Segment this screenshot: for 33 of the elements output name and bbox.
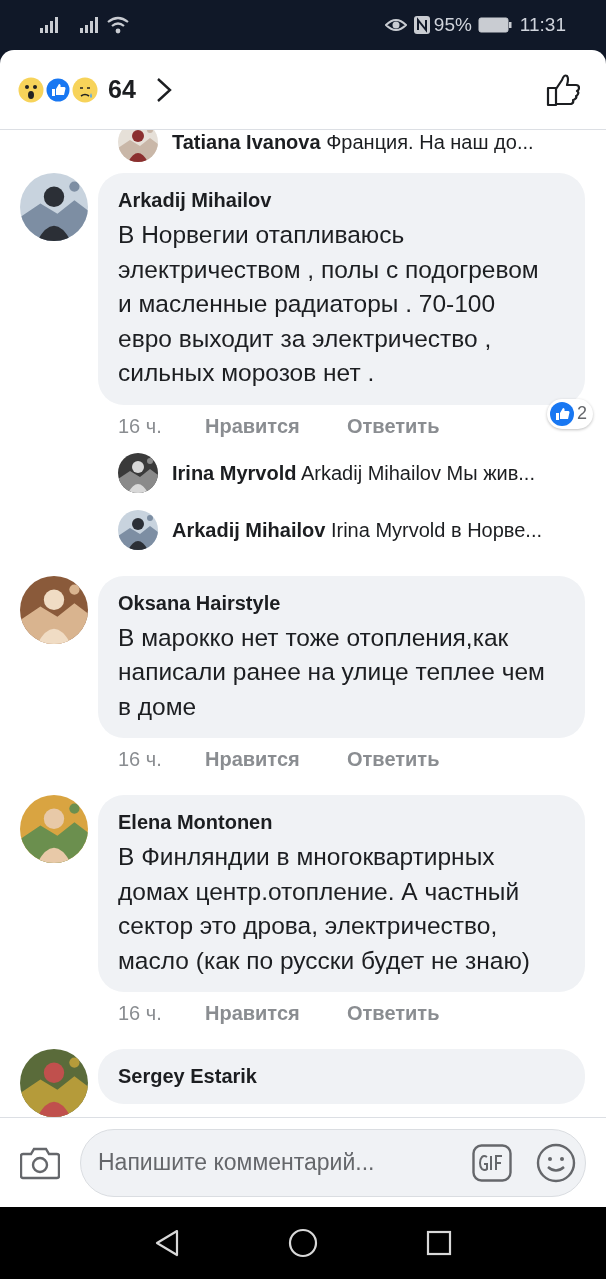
comment-field[interactable]: Напишите комментарий... <box>80 1128 586 1197</box>
reply-preview[interactable]: Irina Myrvold Arkadij Mihailov Мы жив... <box>172 458 535 488</box>
recents-icon[interactable] <box>426 1230 452 1256</box>
battery-level: 95% <box>433 12 472 37</box>
comment-author[interactable]: Sergey Estarik <box>118 1062 551 1090</box>
comment-author[interactable]: Elena Montonen <box>118 808 551 836</box>
reaction-count: 2 <box>577 402 587 425</box>
comment-time: 16 ч. <box>118 1001 163 1026</box>
wifi-icon <box>106 16 130 34</box>
comment-text: В марокко нет тоже отопления,как написали ранее на улице теплее чем в доме <box>118 622 546 722</box>
comment-time: 16 ч. <box>118 413 163 439</box>
eye-icon <box>384 17 407 33</box>
like-icon <box>550 401 574 426</box>
comment-author[interactable]: Oksana Hairstyle <box>118 588 551 617</box>
back-icon[interactable] <box>154 1229 180 1257</box>
reaction-badge[interactable]: 2 <box>547 398 593 429</box>
comment-text: В Финляндии в многоквартирных домах центр.отопление. А частный сектор это дрова, электричество, масло (как по русски будет не знаю) <box>118 842 531 976</box>
reply-preview[interactable]: Tatiana Ivanova Франция. На наш до... <box>172 130 534 157</box>
battery-icon <box>477 17 512 33</box>
thumbs-up-icon[interactable] <box>546 72 580 107</box>
home-icon[interactable] <box>288 1228 318 1258</box>
comment-author[interactable]: Arkadij Mihailov <box>118 186 551 214</box>
reaction-icons[interactable] <box>18 75 100 104</box>
camera-icon[interactable] <box>20 1145 60 1180</box>
chevron-right-icon[interactable] <box>155 76 172 103</box>
reaction-count[interactable]: 64 <box>108 70 136 109</box>
emoji-icon[interactable] <box>536 1142 576 1183</box>
comment-time: 16 ч. <box>118 747 163 772</box>
comment-text: В Норвегии отапливаюсь электричеством , полы с подогревом и масленные радиаторы . 70-100 евро выходит за электричество , сильных морозов нет . <box>118 220 540 388</box>
reply-preview[interactable]: Arkadij Mihailov Irina Myrvold в Норве... <box>172 515 543 545</box>
gif-icon[interactable] <box>472 1143 512 1182</box>
nfc-icon <box>412 15 431 35</box>
clock: 11:31 <box>519 12 566 37</box>
